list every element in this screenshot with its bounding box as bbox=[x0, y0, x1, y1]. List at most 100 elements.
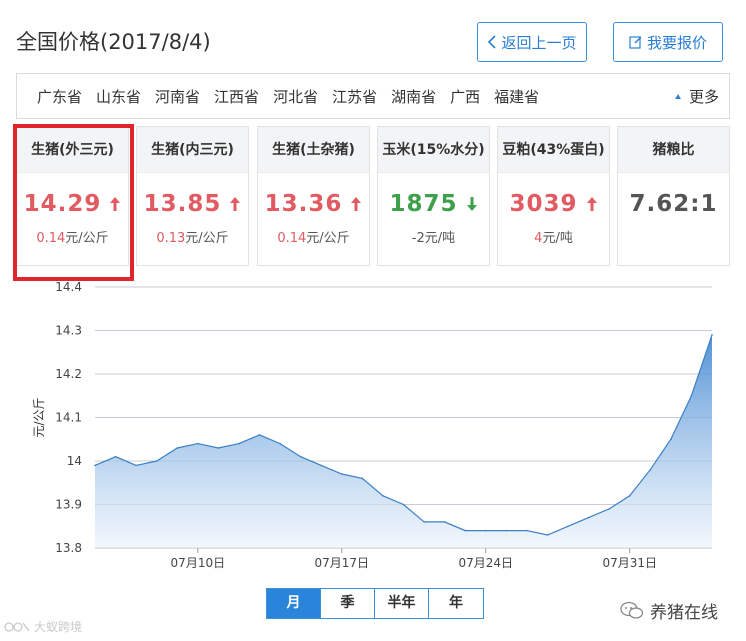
data-point[interactable] bbox=[155, 460, 158, 462]
x-tick-label: 07月31日 bbox=[602, 556, 657, 570]
card-change: 0.14元/公斤 bbox=[258, 227, 369, 246]
page-title: 全国价格(2017/8/4) bbox=[16, 30, 211, 54]
card-name: 豆粕(43%蛋白) bbox=[498, 127, 609, 173]
data-point[interactable] bbox=[382, 495, 384, 497]
data-point[interactable] bbox=[464, 529, 467, 532]
x-tick-label: 07月10日 bbox=[171, 556, 226, 570]
price-card[interactable]: 生猪(内三元) 13.85 0.13元/公斤 bbox=[136, 126, 249, 266]
data-point[interactable] bbox=[361, 477, 364, 480]
price-card[interactable]: 生猪(外三元) 14.29 0.14元/公斤 bbox=[16, 126, 129, 266]
data-point[interactable] bbox=[485, 529, 487, 532]
change-unit: 元/吨 bbox=[542, 231, 573, 246]
data-point[interactable] bbox=[279, 442, 281, 445]
data-point[interactable] bbox=[402, 503, 405, 506]
x-tick-label: 07月24日 bbox=[458, 556, 513, 570]
data-point[interactable] bbox=[546, 534, 549, 536]
edit-icon bbox=[629, 36, 642, 49]
change-amount: -2 bbox=[411, 231, 425, 246]
region-item-fujian[interactable]: 福建省 bbox=[494, 86, 539, 107]
data-point[interactable] bbox=[608, 508, 610, 510]
card-value-number: 13.85 bbox=[143, 191, 222, 217]
card-value: 13.36 bbox=[258, 191, 369, 217]
data-point[interactable] bbox=[505, 529, 508, 532]
y-tick-label: 14.2 bbox=[55, 367, 82, 381]
data-point[interactable] bbox=[587, 516, 590, 519]
data-point[interactable] bbox=[670, 438, 672, 440]
card-change: 0.13元/公斤 bbox=[137, 227, 248, 246]
data-point[interactable] bbox=[341, 473, 343, 475]
tab-half-year[interactable]: 半年 bbox=[375, 589, 429, 618]
back-button[interactable]: 返回上一页 bbox=[477, 22, 587, 62]
data-point[interactable] bbox=[628, 495, 631, 497]
change-unit: 元/吨 bbox=[424, 231, 456, 246]
x-tick-label: 07月17日 bbox=[315, 556, 370, 570]
more-button[interactable]: 更多 bbox=[674, 86, 719, 107]
change-unit: 元/公斤 bbox=[65, 231, 109, 246]
arrow-up-icon bbox=[110, 197, 121, 211]
card-value: 14.29 bbox=[17, 191, 128, 217]
card-value-number: 1875 bbox=[389, 191, 458, 217]
data-point[interactable] bbox=[711, 334, 713, 336]
region-item-guangxi[interactable]: 广西 bbox=[450, 86, 480, 107]
card-name: 猪粮比 bbox=[618, 127, 729, 173]
region-item-guangdong[interactable]: 广东省 bbox=[37, 86, 82, 107]
data-point[interactable] bbox=[258, 434, 261, 436]
card-value: 1875 bbox=[378, 191, 489, 217]
arrow-up-icon bbox=[586, 197, 597, 211]
card-name: 生猪(外三元) bbox=[17, 127, 128, 173]
data-point[interactable] bbox=[135, 464, 137, 467]
data-point[interactable] bbox=[443, 521, 446, 523]
header: 全国价格(2017/8/4) 返回上一页 我要报价 bbox=[0, 0, 746, 70]
card-change: 0.14元/公斤 bbox=[17, 227, 128, 246]
tab-quarter[interactable]: 季 bbox=[321, 589, 375, 618]
region-item-hebei[interactable]: 河北省 bbox=[273, 86, 318, 107]
caret-up-icon bbox=[674, 94, 681, 99]
data-point[interactable] bbox=[114, 455, 117, 458]
data-point[interactable] bbox=[176, 447, 179, 449]
price-card[interactable]: 玉米(15%水分) 1875 -2元/吨 bbox=[377, 126, 490, 266]
chevron-left-icon bbox=[488, 35, 497, 49]
region-item-jiangxi[interactable]: 江西省 bbox=[214, 86, 259, 107]
data-point[interactable] bbox=[423, 521, 425, 523]
data-point[interactable] bbox=[217, 447, 220, 449]
change-amount: 0.14 bbox=[277, 231, 307, 246]
quote-button-label: 我要报价 bbox=[646, 33, 707, 52]
card-value: 7.62:1 bbox=[618, 191, 729, 217]
y-tick-label: 13.9 bbox=[55, 498, 82, 512]
watermark-right: 养猪在线 bbox=[620, 598, 718, 623]
card-value-number: 7.62:1 bbox=[629, 191, 718, 217]
data-point[interactable] bbox=[238, 442, 240, 445]
card-change: 4元/吨 bbox=[498, 227, 609, 246]
tab-month[interactable]: 月 bbox=[267, 589, 321, 618]
region-item-henan[interactable]: 河南省 bbox=[155, 86, 200, 107]
price-card[interactable]: 豆粕(43%蛋白) 3039 4元/吨 bbox=[497, 126, 610, 266]
region-item-shandong[interactable]: 山东省 bbox=[96, 86, 141, 107]
data-point[interactable] bbox=[526, 529, 528, 532]
region-item-hunan[interactable]: 湖南省 bbox=[391, 86, 436, 107]
y-tick-label: 13.8 bbox=[55, 541, 82, 555]
tab-year[interactable]: 年 bbox=[429, 589, 483, 618]
quote-button[interactable]: 我要报价 bbox=[613, 22, 723, 62]
card-value: 13.85 bbox=[137, 191, 248, 217]
card-name: 玉米(15%水分) bbox=[378, 127, 489, 173]
back-button-label: 返回上一页 bbox=[501, 33, 577, 52]
y-tick-label: 14.1 bbox=[55, 411, 82, 425]
change-unit: 元/公斤 bbox=[185, 231, 229, 246]
card-change: -2元/吨 bbox=[378, 227, 489, 246]
change-amount: 0.13 bbox=[156, 231, 186, 246]
data-point[interactable] bbox=[320, 464, 323, 467]
arrow-down-icon bbox=[466, 197, 477, 211]
card-name: 生猪(内三元) bbox=[137, 127, 248, 173]
data-point[interactable] bbox=[567, 525, 569, 528]
data-point[interactable] bbox=[299, 455, 302, 458]
region-item-jiangsu[interactable]: 江苏省 bbox=[332, 86, 377, 107]
price-card[interactable]: 猪粮比 7.62:1 bbox=[617, 126, 730, 266]
data-point[interactable] bbox=[649, 468, 652, 471]
ant-logo-icon bbox=[4, 621, 30, 632]
data-point[interactable] bbox=[197, 442, 199, 445]
period-tabs: 月 季 半年 年 bbox=[266, 588, 484, 619]
price-card[interactable]: 生猪(土杂猪) 13.36 0.14元/公斤 bbox=[257, 126, 370, 266]
data-point[interactable] bbox=[94, 464, 96, 467]
data-point[interactable] bbox=[690, 395, 693, 397]
price-chart: 13.8 13.9 14 14.1 14.2 14.3 14.4 元/公斤 07月10日 07月1… bbox=[32, 280, 713, 570]
